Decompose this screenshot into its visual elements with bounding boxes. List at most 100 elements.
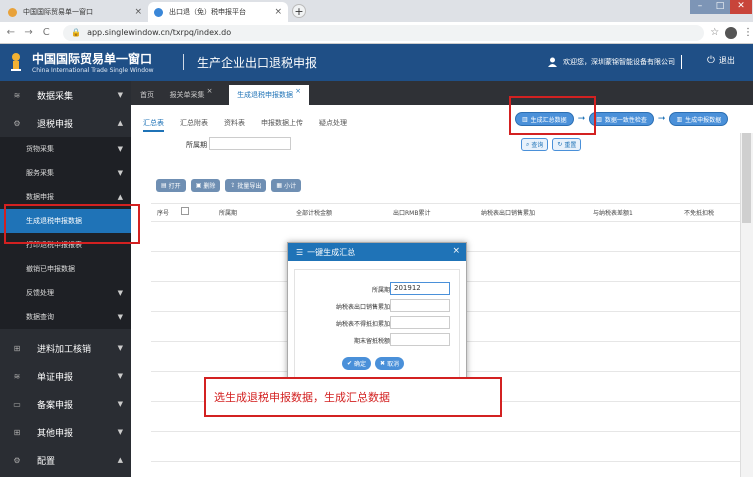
url-input[interactable]: 🔒 app.singlewindow.cn/txrpq/index.do: [63, 24, 705, 41]
sidebar-item-data-query[interactable]: 数据查询 ▼: [0, 305, 131, 329]
tab-data-upload[interactable]: 申报数据上传: [261, 118, 303, 132]
sidebar-item-goods-collection[interactable]: 货物采集 ▼: [0, 137, 131, 161]
close-icon[interactable]: ×: [452, 246, 460, 256]
check-icon: ✔: [347, 360, 353, 367]
sidebar-item-service-collection[interactable]: 服务采集 ▼: [0, 161, 131, 185]
column-header: 出口RMB累计: [393, 210, 431, 217]
close-icon[interactable]: ×: [295, 87, 301, 95]
database-icon: ≋: [13, 371, 21, 381]
cancel-button[interactable]: ✖ 取消: [375, 357, 405, 370]
arrow-right-icon: ➞: [657, 114, 666, 124]
subtotal-label: 小计: [284, 183, 297, 190]
consistency-check-button[interactable]: ▥ 数据一致性检查: [589, 112, 654, 126]
sidebar-item-tax-declaration[interactable]: ⚙ 退税申报 ▲: [0, 109, 131, 137]
logo-title-cn: 中国国际贸易单一窗口: [32, 52, 153, 66]
form-row: 纳税表出口销售累加: [288, 299, 466, 313]
open-button[interactable]: ▤ 打开: [156, 179, 186, 192]
tab-doubt-processing[interactable]: 疑点处理: [319, 118, 347, 132]
logout-label: 退出: [718, 56, 735, 65]
sidebar-item-configuration[interactable]: ⚙ 配置 ▲: [0, 446, 131, 474]
form-row: 纳税表不得抵扣累加: [288, 316, 466, 330]
header-divider: [681, 55, 682, 69]
highlight-sidebar-generate: [4, 204, 140, 244]
divider: [151, 203, 746, 204]
sidebar-item-feedback-processing[interactable]: 反馈处理 ▼: [0, 281, 131, 305]
tab-summary-attachment[interactable]: 汇总附表: [180, 118, 208, 132]
query-button[interactable]: ⌕ 查询: [521, 138, 549, 151]
logout-button[interactable]: ⏻ 退出: [707, 55, 735, 66]
new-tab-button[interactable]: +: [292, 4, 306, 18]
sidebar-item-label: 数据采集: [37, 91, 74, 102]
app-header: 中国国际贸易单一窗口 China International Trade Sin…: [0, 44, 753, 81]
chevron-down-icon: ▼: [117, 91, 123, 99]
non-deductible-sum-field[interactable]: [390, 316, 450, 329]
browser-menu-icon[interactable]: ⋮: [743, 27, 753, 38]
reload-icon[interactable]: C: [39, 27, 53, 38]
close-window-icon[interactable]: ✕: [730, 0, 752, 14]
period-input[interactable]: [209, 137, 291, 150]
chevron-up-icon: ▲: [117, 456, 123, 464]
batch-export-button[interactable]: ⇪ 批量导出: [225, 179, 267, 192]
sidebar: ≋ 数据采集 ▼ ⚙ 退税申报 ▲ 货物采集 ▼ 服务采集 ▼ 数据申报 ▲ 生…: [0, 81, 131, 477]
ending-credit-field[interactable]: [390, 333, 450, 346]
browser-tab-tax-platform[interactable]: 出口退（免）税申报平台 ×: [148, 2, 288, 22]
tab-customs-collection[interactable]: 报关单采集 ×: [163, 85, 219, 105]
column-header: 与纳税表差额1: [593, 210, 633, 217]
form-row: 期末留抵税额: [288, 333, 466, 347]
delete-button[interactable]: ▣ 删除: [190, 179, 221, 192]
tab-material-table[interactable]: 资料表: [224, 118, 245, 132]
generate-declaration-button[interactable]: ▥ 生成申报数据: [669, 112, 729, 126]
scrollbar-thumb[interactable]: [742, 133, 751, 223]
confirm-label: 确定: [354, 361, 367, 368]
list-icon: ☰: [296, 247, 304, 257]
select-all-checkbox[interactable]: [181, 207, 189, 215]
maximize-window-icon[interactable]: □: [710, 0, 730, 14]
tab-generate-tax-data[interactable]: 生成退税申报数据 ×: [229, 85, 309, 105]
sidebar-item-label: 其他申报: [37, 428, 74, 439]
minimize-window-icon[interactable]: –: [690, 0, 710, 14]
account-icon[interactable]: [725, 26, 738, 39]
table-header: 序号 所属期 全部计税金额 出口RMB累计 纳税表出口销售累加 与纳税表差额1 …: [151, 205, 746, 219]
close-icon[interactable]: ×: [274, 7, 282, 17]
tab-home[interactable]: 首页: [135, 85, 159, 105]
browser-tab-singlewindow[interactable]: 中国国际贸易单一窗口 ×: [2, 2, 148, 22]
bookmark-star-icon[interactable]: ☆: [710, 27, 719, 38]
sidebar-item-filing-declaration[interactable]: ▭ 备案申报 ▼: [0, 390, 131, 418]
annotation-caption: 选生成退税申报数据，生成汇总数据: [204, 377, 502, 417]
folder-icon: ▤: [161, 182, 167, 189]
sidebar-item-label: 数据查询: [26, 313, 54, 321]
export-sales-sum-field[interactable]: [390, 299, 450, 312]
chevron-down-icon: ▼: [117, 344, 123, 352]
generate-summary-dialog: ☰ 一键生成汇总 × 所属期 201912 纳税表出口销售累加 纳税表不得抵扣累…: [287, 242, 467, 382]
step-label: 数据一致性检查: [604, 116, 647, 124]
back-icon[interactable]: ←: [4, 27, 18, 38]
close-icon[interactable]: ×: [207, 87, 213, 95]
close-icon[interactable]: ×: [134, 7, 142, 17]
sidebar-item-processing-trade[interactable]: ⊞ 进料加工核销 ▼: [0, 334, 131, 362]
database-icon: ≋: [13, 90, 21, 100]
user-info: 欢迎您，深圳蒙锦智能设备有限公司: [548, 55, 682, 69]
column-header: 全部计税金额: [296, 210, 333, 217]
confirm-button[interactable]: ✔ 确定: [342, 357, 372, 370]
chevron-up-icon: ▲: [117, 119, 123, 127]
user-icon: [548, 57, 557, 67]
refresh-icon: ↻: [557, 141, 563, 148]
sidebar-item-data-collection[interactable]: ≋ 数据采集 ▼: [0, 81, 131, 109]
subtotal-button[interactable]: ▦ 小计: [271, 179, 302, 192]
sidebar-item-label: 进料加工核销: [37, 344, 92, 355]
sidebar-item-document-declaration[interactable]: ≋ 单证申报 ▼: [0, 362, 131, 390]
table-row: [151, 431, 746, 432]
tab-label: 生成退税申报数据: [237, 91, 294, 99]
chevron-down-icon: ▼: [117, 313, 123, 321]
period-field[interactable]: 201912: [390, 282, 450, 295]
reset-button[interactable]: ↻ 重置: [552, 138, 582, 151]
chart-icon: ▥: [676, 115, 683, 123]
calculator-icon: ▦: [276, 182, 283, 189]
export-icon: ⇪: [230, 182, 236, 189]
table-row: [151, 221, 746, 222]
sidebar-item-other-declaration[interactable]: ⊞ 其他申报 ▼: [0, 418, 131, 446]
grid-icon: ⊞: [13, 343, 21, 353]
tab-summary[interactable]: 汇总表: [143, 118, 164, 132]
forward-icon[interactable]: →: [22, 27, 36, 38]
sidebar-item-revoke-declared-data[interactable]: 撤销已申报数据: [0, 257, 131, 281]
